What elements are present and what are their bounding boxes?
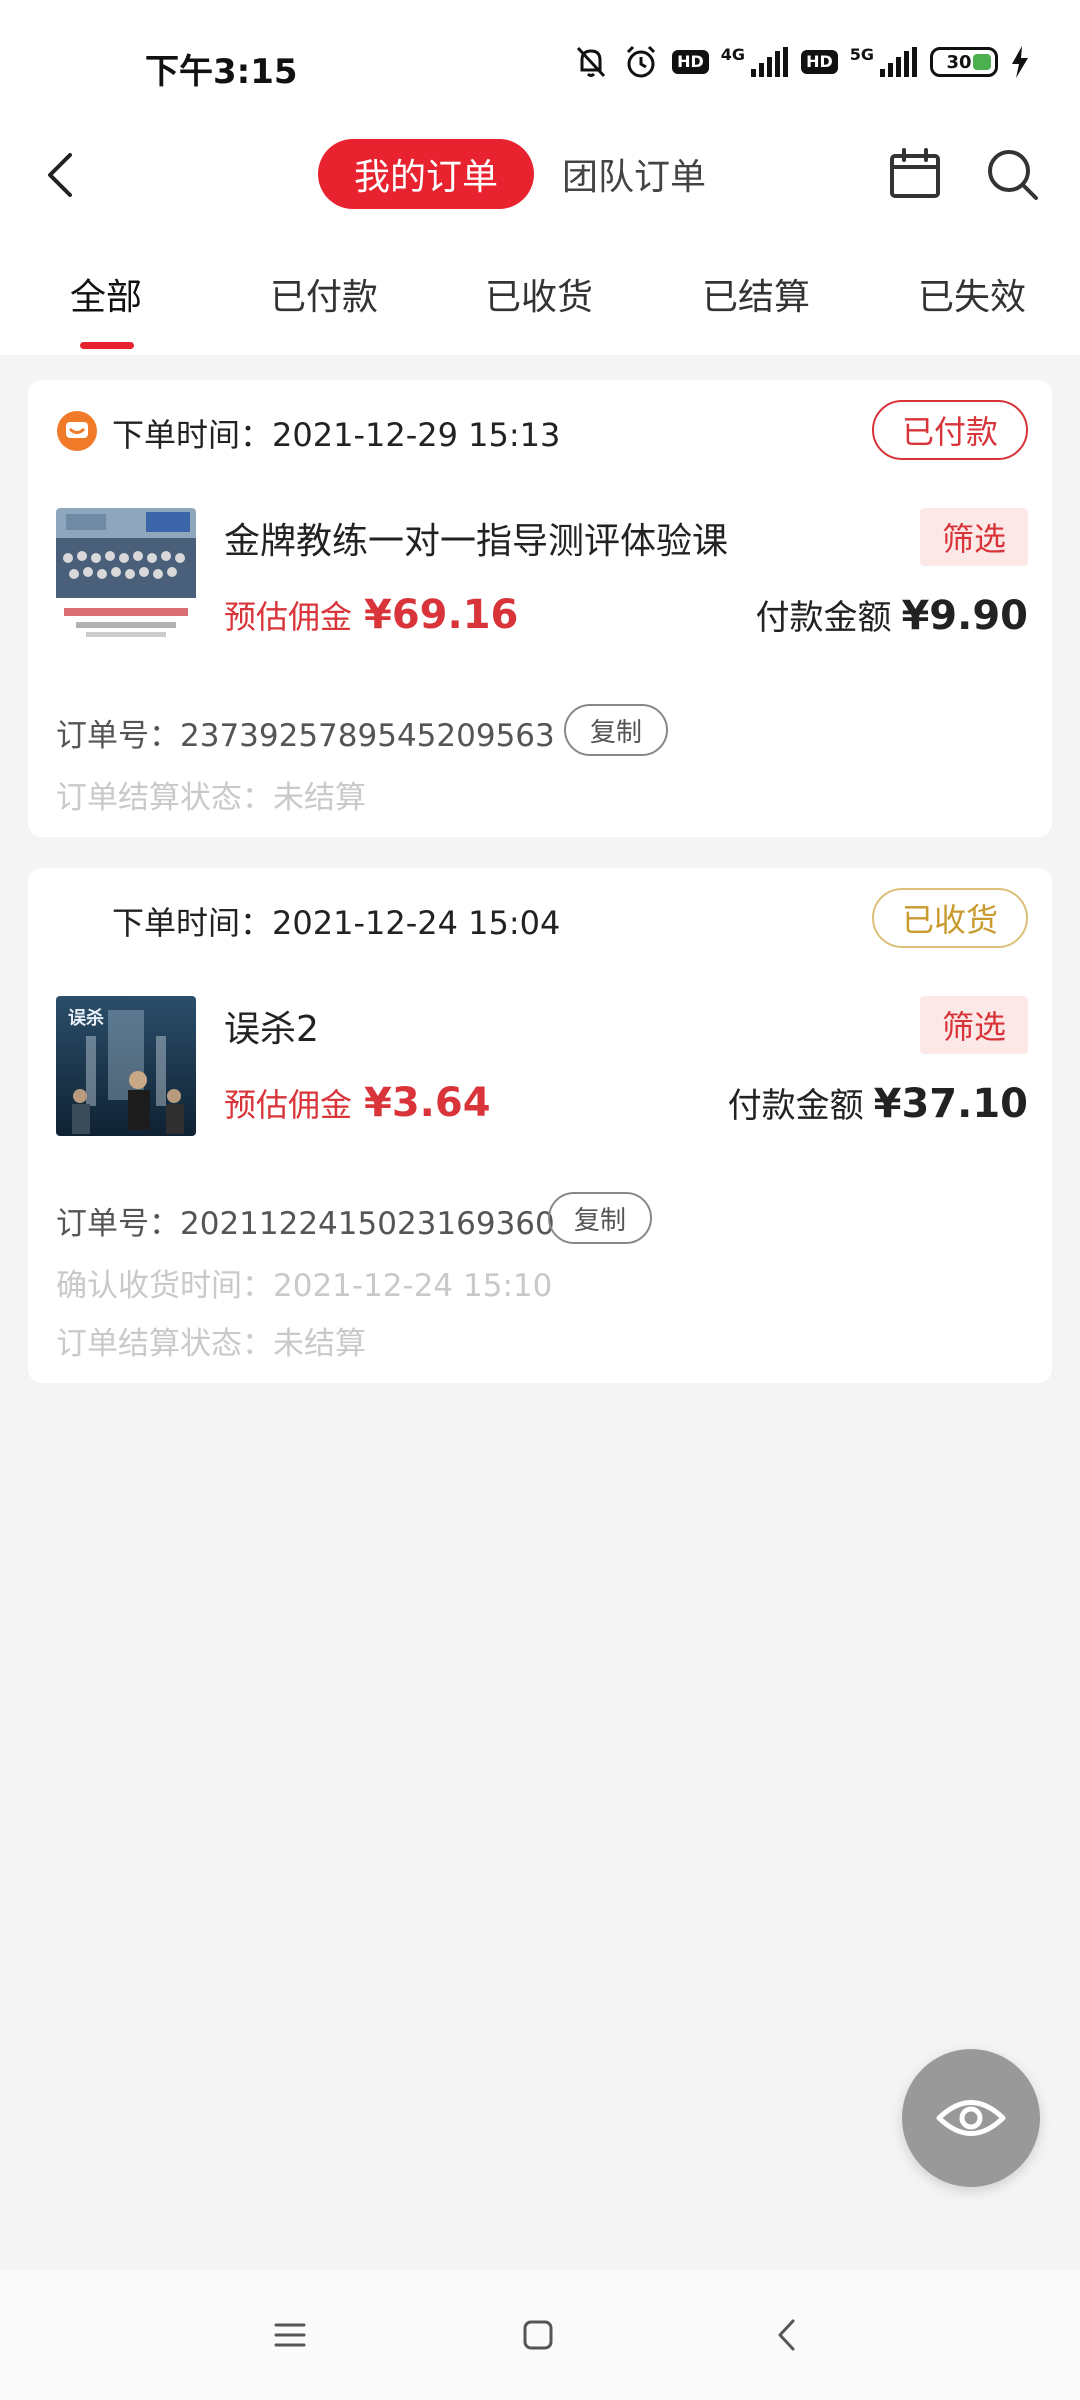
signal-icon-2 <box>878 47 918 77</box>
filter-tab-paid[interactable]: 已付款 <box>270 268 378 320</box>
charging-icon <box>1010 46 1030 78</box>
menu-icon <box>274 2323 306 2347</box>
order-number-label: 订单号： <box>56 718 180 754</box>
filter-tabs: 全部 已付款 已收货 已结算 已失效 <box>0 250 1080 355</box>
payment-amount: 付款金额 ¥9.90 <box>755 590 1028 639</box>
product-thumbnail[interactable] <box>56 508 196 648</box>
menu-button[interactable] <box>265 2310 315 2360</box>
settlement-status: 订单结算状态：未结算 <box>56 772 366 817</box>
payment-value: ¥9.90 <box>901 593 1028 639</box>
payment-label: 付款金额 <box>727 1086 864 1126</box>
confirm-time-label: 确认收货时间： <box>56 1268 273 1304</box>
filter-tab-received[interactable]: 已收货 <box>485 268 593 320</box>
commission-amount: ¥69.16 <box>364 592 519 638</box>
order-time-label: 下单时间： <box>112 416 273 454</box>
signal-icon <box>749 47 789 77</box>
home-square-icon <box>523 2320 553 2350</box>
battery-icon: 30 <box>930 47 998 77</box>
toggle-visibility-button[interactable] <box>902 2049 1040 2187</box>
commission-label: 预估佣金 <box>224 598 353 636</box>
hd-badge: HD <box>672 50 709 74</box>
settlement-status-label: 订单结算状态： <box>56 1326 273 1362</box>
order-time-value: 2021-12-24 15:04 <box>272 904 561 942</box>
battery-level: 30 <box>946 51 972 73</box>
status-badge: 已付款 <box>871 400 1028 460</box>
estimated-commission: 预估佣金 ¥69.16 <box>224 592 518 638</box>
hd-badge-2: HD <box>801 50 838 74</box>
thumbnail-caption: 误杀 <box>68 1007 104 1029</box>
shop-face-icon <box>56 410 98 452</box>
confirm-time-value: 2021-12-24 15:10 <box>273 1268 553 1304</box>
filter-tag-button[interactable]: 筛选 <box>919 996 1028 1054</box>
confirm-receipt-time: 确认收货时间：2021-12-24 15:10 <box>56 1260 552 1305</box>
filter-tag-button[interactable]: 筛选 <box>919 508 1028 566</box>
payment-amount: 付款金额 ¥37.10 <box>728 1078 1028 1127</box>
order-number: 订单号：2373925789545209563 <box>56 710 555 755</box>
payment-label: 付款金额 <box>755 598 892 638</box>
chevron-left-icon <box>48 153 72 197</box>
product-title[interactable]: 金牌教练一对一指导测评体验课 <box>224 512 728 564</box>
estimated-commission: 预估佣金 ¥3.64 <box>224 1080 491 1126</box>
product-title[interactable]: 误杀2 <box>224 1000 319 1052</box>
order-number-label: 订单号： <box>56 1206 180 1242</box>
nav-bar: 我的订单 团队订单 <box>0 130 1080 250</box>
calendar-icon <box>890 148 940 198</box>
commission-label: 预估佣金 <box>224 1086 353 1124</box>
order-number: 订单号：2021122415023169360 <box>56 1198 555 1243</box>
payment-value: ¥37.10 <box>873 1081 1028 1127</box>
active-tab-indicator <box>80 342 134 349</box>
bell-muted-icon <box>572 43 610 81</box>
tab-team-orders[interactable]: 团队订单 <box>534 148 734 200</box>
order-type-switch: 我的订单 团队订单 <box>318 138 734 210</box>
search-icon <box>988 150 1038 200</box>
order-time: 下单时间：2021-12-29 15:13 <box>112 410 560 456</box>
system-back-button[interactable] <box>762 2310 812 2360</box>
order-card[interactable]: 下单时间：2021-12-29 15:13 已付款 金牌教练一对一指导测评体验课… <box>28 380 1052 837</box>
order-time-label: 下单时间： <box>112 904 273 942</box>
settlement-status-label: 订单结算状态： <box>56 780 273 816</box>
settlement-status-value: 未结算 <box>273 780 366 816</box>
commission-amount: ¥3.64 <box>364 1080 491 1126</box>
search-button[interactable] <box>980 142 1044 206</box>
alarm-clock-icon <box>622 43 660 81</box>
order-number-value: 2373925789545209563 <box>180 718 555 754</box>
network-type-label-2: 5G <box>849 44 874 64</box>
filter-tab-settled[interactable]: 已结算 <box>702 268 810 320</box>
order-card[interactable]: 下单时间：2021-12-24 15:04 已收货 误杀 误杀2 筛选 预估佣金… <box>28 868 1052 1383</box>
back-button[interactable] <box>30 140 90 210</box>
product-thumbnail[interactable]: 误杀 <box>56 996 196 1136</box>
status-time: 下午3:15 <box>145 52 298 92</box>
settlement-status: 订单结算状态：未结算 <box>56 1318 366 1363</box>
network-type-label: 4G <box>720 44 746 64</box>
order-time-value: 2021-12-29 15:13 <box>272 416 561 454</box>
back-triangle-icon <box>778 2319 795 2351</box>
status-icons: HD 4G HD 5G 30 <box>572 42 1030 82</box>
status-bar: 下午3:15 HD 4G HD 5G 30 <box>0 0 1080 130</box>
order-number-value: 2021122415023169360 <box>180 1206 555 1242</box>
tab-my-orders[interactable]: 我的订单 <box>318 139 535 209</box>
filter-tab-invalid[interactable]: 已失效 <box>918 268 1026 320</box>
home-button[interactable] <box>513 2310 563 2360</box>
copy-button[interactable]: 复制 <box>548 1192 653 1244</box>
eye-icon <box>936 2100 1006 2136</box>
status-badge: 已收货 <box>871 888 1028 948</box>
filter-tab-all[interactable]: 全部 <box>70 268 142 320</box>
system-navigation-bar <box>0 2270 1080 2400</box>
order-time: 下单时间：2021-12-24 15:04 <box>112 898 560 944</box>
settlement-status-value: 未结算 <box>273 1326 366 1362</box>
copy-button[interactable]: 复制 <box>564 704 669 756</box>
calendar-button[interactable] <box>885 144 945 204</box>
